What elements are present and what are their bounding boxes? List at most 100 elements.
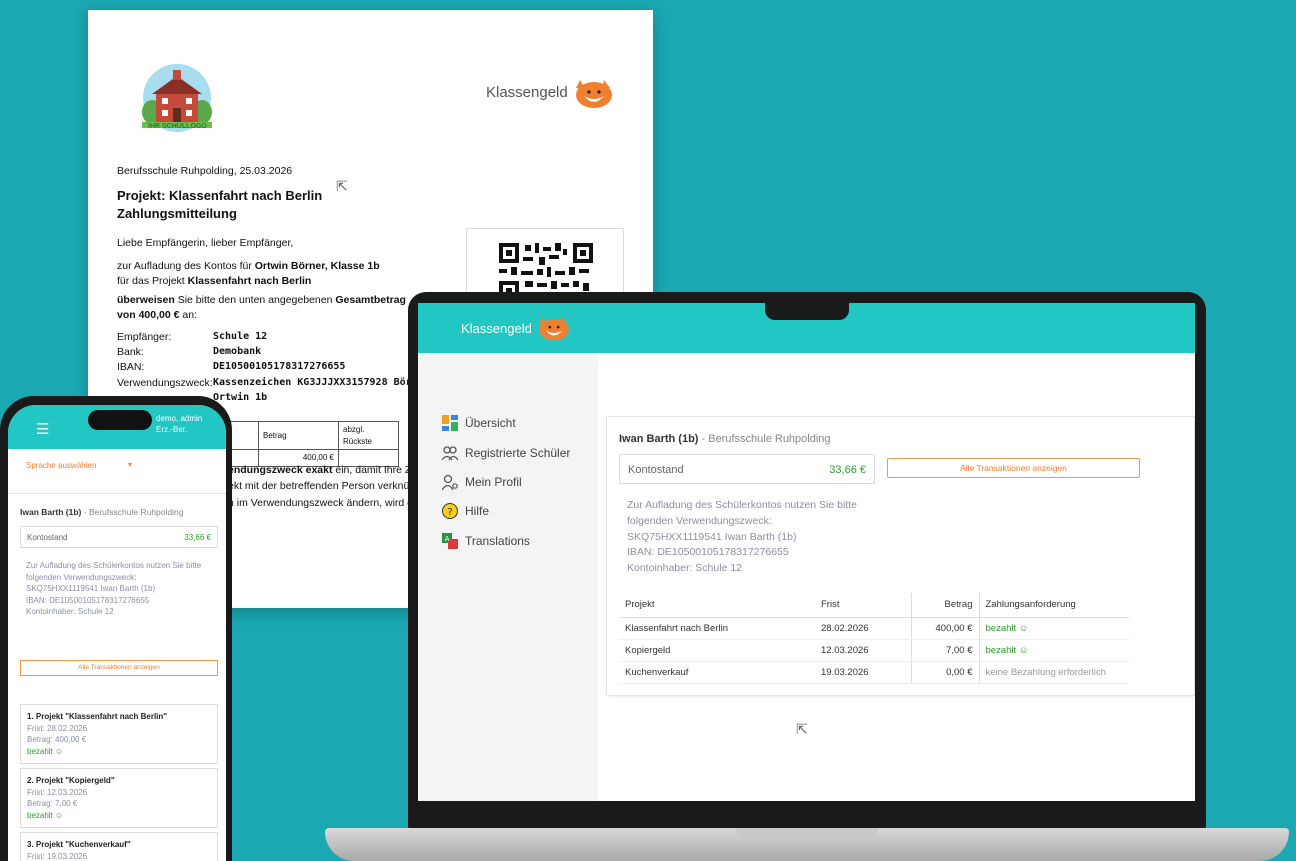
user-info[interactable]: demo, admin Erz.-Ber. [156, 413, 202, 435]
sidebar: Übersicht Registrierte Schüler Mein Prof… [418, 353, 598, 801]
transfer-mid: Sie bitte den unten angegebenen [174, 294, 336, 306]
mobile-header: ☰ demo, admin Erz.-Ber. [8, 405, 226, 449]
school-logo-text: IHR SCHULLOGO [148, 123, 207, 130]
show-all-transactions-button[interactable]: Alle Transaktionen anzeigen [887, 458, 1140, 478]
sidebar-item-translations[interactable]: A Translations [442, 533, 530, 549]
table-row[interactable]: Kuchenverkauf 19.03.2026 0,00 € keine Be… [619, 661, 1129, 684]
transfer-paragraph: überweisen Sie bitte den unten angegeben… [117, 293, 417, 323]
laptop-screen: Klassengeld Übersicht Registrierte Schül… [418, 303, 1195, 801]
user-name: demo, admin [156, 414, 203, 423]
translations-icon: A [442, 533, 458, 549]
transfer-end: an: [179, 309, 197, 322]
status-cell: bezahlt ☺ [978, 639, 1129, 662]
phone-dynamic-island [88, 410, 152, 430]
school-name: - Berufsschule Ruhpolding [81, 507, 184, 517]
phone-screen: ☰ demo, admin Erz.-Ber. Sprache auswähle… [8, 405, 226, 861]
column-header-due[interactable]: Frist [815, 593, 911, 618]
chevron-down-icon[interactable]: ▾ [128, 460, 132, 469]
project-cell: Kuchenverkauf [619, 661, 815, 684]
student-heading: Iwan Barth (1b) - Berufsschule Ruhpoldin… [619, 433, 831, 445]
field-value: Demobank [213, 346, 262, 358]
transfer-bold-3: von 400,00 € [117, 309, 180, 322]
info-line: folgenden Verwendungszweck: [627, 514, 772, 527]
svg-text:A: A [445, 535, 450, 543]
field-key: IBAN: [117, 361, 145, 374]
purpose-paragraph: zur Aufladung des Kontos für Ortwin Börn… [117, 259, 447, 289]
due-cell: 19.03.2026 [815, 661, 911, 684]
student-name: Iwan Barth (1b) [619, 433, 699, 445]
show-all-transactions-button[interactable]: Alle Transaktionen anzeigen [20, 660, 218, 676]
info-line: Kontoinhaber: Schule 12 [627, 562, 743, 574]
project-card[interactable]: 3. Projekt "Kuchenverkauf" Frist: 19.03.… [20, 832, 218, 861]
sidebar-item-label: Übersicht [465, 416, 516, 430]
column-header-payment-request[interactable]: Zahlungsanforderung [978, 593, 1129, 618]
help-icon: ? [442, 503, 458, 519]
amount-table: Betrag abzgl. Rückste 400,00 € [228, 420, 399, 467]
project-card[interactable]: 2. Projekt "Kopiergeld" Frist: 12.03.202… [20, 768, 218, 829]
project-due: Frist: 28.02.2026 [27, 723, 88, 733]
project-status: bezahlt ☺ [27, 810, 64, 820]
projects-table: Projekt Frist Betrag Zahlungsanforderung… [619, 593, 1129, 684]
balance-box: Kontostand 33,66 € [619, 454, 875, 484]
field-key: Bank: [117, 346, 144, 359]
bank-detail-row: Bank: Demobank [117, 345, 430, 360]
bank-detail-row: Empfänger: Schule 12 [117, 330, 430, 345]
project-due: Frist: 12.03.2026 [27, 787, 88, 797]
place-date: Berufsschule Ruhpolding, 25.03.2026 [117, 165, 293, 177]
klassengeld-logo: Klassengeld [486, 76, 614, 110]
project-cell: Kopiergeld [619, 639, 815, 662]
info-line: folgenden Verwendungszweck: [26, 572, 137, 582]
student-account-card: Iwan Barth (1b) - Berufsschule Ruhpoldin… [606, 416, 1195, 696]
transfer-bold-2: Gesamtbetrag [335, 294, 406, 306]
field-value: DE10500105178317276655 [213, 361, 346, 373]
hamburger-menu-icon[interactable]: ☰ [36, 420, 49, 438]
sidebar-item-label: Mein Profil [465, 475, 522, 489]
balance-label: Kontostand [628, 464, 684, 476]
table-row[interactable]: Klassenfahrt nach Berlin 28.02.2026 400,… [619, 617, 1129, 640]
app-logo[interactable]: Klassengeld [461, 314, 571, 342]
column-header-amount[interactable]: Betrag [910, 593, 979, 618]
info-line: IBAN: DE10500105178317276655 [627, 546, 789, 559]
field-value: Schule 12 [213, 331, 268, 342]
deduction-column-header: abzgl. Rückste [338, 420, 399, 451]
line-a-text: zur Aufladung des Kontos für [117, 260, 255, 272]
project-title: 2. Projekt "Kopiergeld" [27, 776, 115, 785]
greeting: Liebe Empfängerin, lieber Empfänger, [117, 237, 294, 249]
balance-box: Kontostand 33,66 € [20, 526, 218, 548]
student-heading: Iwan Barth (1b) - Berufsschule Ruhpoldin… [20, 507, 183, 517]
dashboard-icon [442, 415, 458, 431]
mouse-cursor-icon: ⇱ [796, 721, 808, 737]
project-status: bezahlt ☺ [27, 746, 64, 756]
line-b-text: für das Projekt [117, 275, 188, 288]
balance-value: 33,66 € [184, 533, 211, 542]
info-line: SKQ75HXX1119541 Iwan Barth (1b) [26, 584, 156, 594]
sidebar-item-my-profile[interactable]: Mein Profil [442, 474, 522, 490]
due-cell: 12.03.2026 [815, 639, 911, 662]
school-name: - Berufsschule Ruhpolding [698, 433, 831, 445]
sidebar-item-help[interactable]: ? Hilfe [442, 503, 489, 519]
app-brand-name: Klassengeld [461, 320, 532, 336]
table-row[interactable]: Kopiergeld 12.03.2026 7,00 € bezahlt ☺ [619, 639, 1129, 662]
title-line-2: Zahlungsmitteilung [117, 206, 237, 222]
info-line: SKQ75HXX1119541 Iwan Barth (1b) [627, 530, 797, 543]
info-line: IBAN: DE10500105178317276655 [26, 595, 150, 605]
amount-cell: 400,00 € [910, 617, 979, 640]
project-due: Frist: 19.03.2026 [27, 851, 88, 861]
user-role: Erz.-Ber. [156, 425, 188, 435]
bank-details: Empfänger: Schule 12 Bank: Demobank IBAN: D… [117, 330, 430, 405]
project-title: 1. Projekt "Klassenfahrt nach Berlin" [27, 712, 168, 721]
table-header-row: Projekt Frist Betrag Zahlungsanforderung [619, 593, 1129, 618]
divider [8, 493, 226, 494]
amount-column-header: Betrag [258, 420, 339, 451]
fox-icon [539, 317, 569, 341]
sidebar-item-overview[interactable]: Übersicht [442, 415, 516, 431]
column-header-project[interactable]: Projekt [619, 593, 815, 618]
transfer-bold-1: überweisen [117, 294, 175, 306]
sidebar-item-registered-students[interactable]: Registrierte Schüler [442, 445, 570, 461]
sidebar-item-label: Translations [465, 534, 530, 548]
balance-value: 33,66 € [829, 464, 866, 476]
laptop-hinge [736, 828, 878, 840]
status-cell: bezahlt ☺ [978, 617, 1129, 640]
language-select[interactable]: Sprache auswählen [26, 461, 96, 470]
project-card[interactable]: 1. Projekt "Klassenfahrt nach Berlin" Fr… [20, 704, 218, 765]
